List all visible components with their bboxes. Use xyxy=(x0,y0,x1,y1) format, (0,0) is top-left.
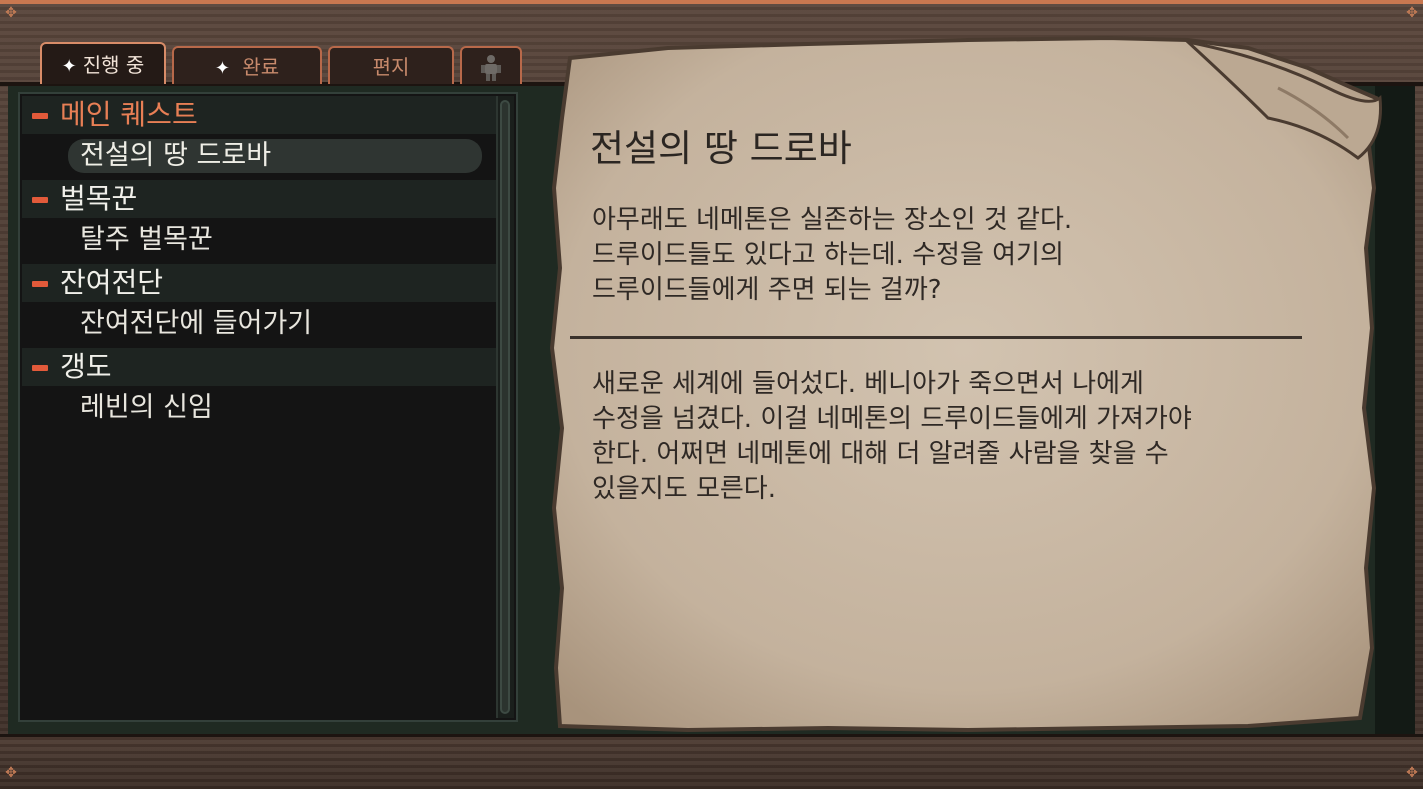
description-line: 한다. 어쩌면 네메톤에 대해 더 알려줄 사람을 찾을 수 xyxy=(592,439,1169,469)
tab-label: 진행 중 xyxy=(82,53,145,77)
corner-ornament-icon: ✥ xyxy=(1406,5,1418,21)
tab-label: 편지 xyxy=(372,55,410,79)
tab-character[interactable] xyxy=(460,46,522,84)
tab-letters[interactable]: 편지 xyxy=(328,46,454,84)
frame-top-trim xyxy=(0,0,1423,4)
quest-item-selected[interactable]: 전설의 땅 드로바 xyxy=(68,139,482,173)
category-remnant[interactable]: 잔여전단 xyxy=(22,264,496,302)
category-label: 잔여전단 xyxy=(60,266,164,299)
sparkle-icon: ✦ xyxy=(61,56,77,77)
quest-item[interactable]: 레빈의 신임 xyxy=(68,391,482,425)
category-label: 메인 퀘스트 xyxy=(60,98,198,131)
quest-title: 전설의 땅 드로바 xyxy=(590,127,852,170)
collapse-minus-icon[interactable] xyxy=(32,365,48,371)
objective-line: 아무래도 네메톤은 실존하는 장소인 것 같다. xyxy=(592,205,1073,235)
collapse-minus-icon[interactable] xyxy=(32,281,48,287)
corner-ornament-icon: ✥ xyxy=(1406,765,1418,781)
quest-item[interactable]: 탈주 벌목꾼 xyxy=(68,223,482,257)
description-line: 있을지도 모른다. xyxy=(592,474,776,504)
corner-ornament-icon: ✥ xyxy=(5,765,17,781)
frame-bottom xyxy=(0,734,1423,789)
quest-item[interactable]: 잔여전단에 들어가기 xyxy=(68,307,482,341)
corner-ornament-icon: ✥ xyxy=(5,5,17,21)
scrollbar-thumb[interactable] xyxy=(500,100,510,714)
section-divider xyxy=(570,336,1302,339)
description-line: 새로운 세계에 들어섰다. 베니아가 죽으면서 나에게 xyxy=(592,369,1144,399)
objective-line: 드루이드들도 있다고 하는데. 수정을 여기의 xyxy=(592,240,1064,270)
category-main-quest[interactable]: 메인 퀘스트 xyxy=(22,96,496,134)
tab-label: 완료 xyxy=(242,55,280,79)
category-label: 벌목꾼 xyxy=(60,182,138,215)
quest-label: 레빈의 신임 xyxy=(80,392,213,423)
sparkle-icon: ✦ xyxy=(214,58,230,79)
objective-line: 드루이드들에게 주면 되는 걸까? xyxy=(592,275,942,305)
category-mine[interactable]: 갱도 xyxy=(22,348,496,386)
category-lumberjack[interactable]: 벌목꾼 xyxy=(22,180,496,218)
quest-label: 전설의 땅 드로바 xyxy=(80,140,272,171)
category-label: 갱도 xyxy=(60,350,112,383)
tab-completed[interactable]: ✦ 완료 xyxy=(172,46,322,84)
collapse-minus-icon[interactable] xyxy=(32,113,48,119)
quest-label: 탈주 벌목꾼 xyxy=(80,224,213,255)
collapse-minus-icon[interactable] xyxy=(32,197,48,203)
description-line: 수정을 넘겼다. 이걸 네메톤의 드루이드들에게 가져가야 xyxy=(592,404,1192,434)
character-silhouette-icon xyxy=(481,54,501,81)
tab-in-progress[interactable]: ✦ 진행 중 xyxy=(40,42,166,84)
quest-label: 잔여전단에 들어가기 xyxy=(80,308,313,339)
